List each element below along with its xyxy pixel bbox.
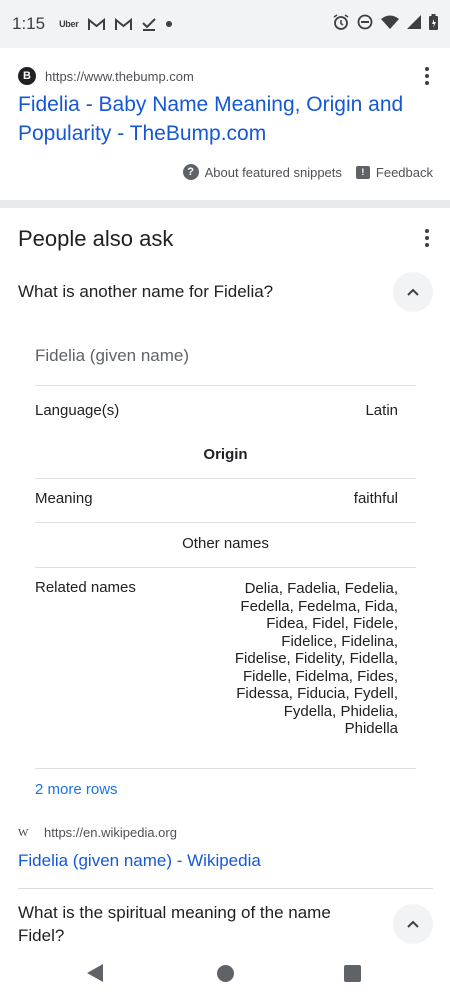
source-title-link[interactable]: Fidelia (given name) - Wikipedia bbox=[18, 851, 261, 871]
back-icon[interactable] bbox=[87, 964, 103, 982]
dot-icon bbox=[166, 21, 173, 27]
home-icon[interactable] bbox=[217, 965, 234, 982]
row-divider bbox=[35, 385, 416, 386]
people-also-ask-heading: People also ask bbox=[18, 226, 174, 251]
question-divider bbox=[18, 888, 433, 889]
row-divider bbox=[35, 567, 416, 568]
tasks-check-icon bbox=[142, 17, 157, 31]
thebump-favicon-icon: B bbox=[18, 67, 36, 85]
related-names-label: Related names bbox=[35, 579, 136, 596]
question-1[interactable]: What is another name for Fidelia? bbox=[18, 280, 358, 303]
feedback-icon[interactable]: ! bbox=[355, 165, 370, 179]
row-divider bbox=[35, 478, 416, 479]
wifi-icon bbox=[381, 15, 399, 34]
infobox-title: Fidelia (given name) bbox=[35, 346, 190, 365]
search-result-thebump: B https://www.thebump.com Fidelia - Baby… bbox=[0, 48, 450, 200]
feedback-link[interactable]: Feedback bbox=[376, 165, 433, 180]
language-label: Language(s) bbox=[35, 402, 120, 419]
meaning-value: faithful bbox=[353, 490, 398, 507]
chevron-up-icon bbox=[407, 288, 419, 296]
gmail-icon bbox=[88, 17, 106, 31]
answer-source[interactable]: W https://en.wikipedia.org bbox=[18, 825, 177, 840]
expand-button[interactable] bbox=[393, 904, 433, 944]
gmail-icon bbox=[115, 17, 133, 31]
alarm-icon bbox=[333, 13, 349, 35]
origin-header: Origin bbox=[203, 446, 248, 463]
language-value: Latin bbox=[365, 402, 398, 419]
status-bar: 1:15 Uber bbox=[0, 0, 450, 48]
paa-more-options-icon[interactable] bbox=[417, 228, 437, 248]
question-2[interactable]: What is the spiritual meaning of the nam… bbox=[18, 901, 358, 947]
help-circle-icon[interactable]: ? bbox=[182, 164, 199, 180]
meaning-label: Meaning bbox=[35, 490, 93, 507]
row-divider bbox=[35, 768, 416, 769]
status-time: 1:15 bbox=[12, 14, 46, 33]
battery-icon bbox=[429, 13, 438, 35]
signal-icon bbox=[407, 14, 421, 34]
section-divider bbox=[0, 200, 450, 208]
result-url: https://www.thebump.com bbox=[45, 68, 194, 84]
collapse-button[interactable] bbox=[393, 272, 433, 312]
recents-icon[interactable] bbox=[344, 965, 361, 982]
other-names-header: Other names bbox=[182, 535, 269, 552]
snippet-actions: ? About featured snippets ! Feedback bbox=[182, 164, 433, 180]
source-url: https://en.wikipedia.org bbox=[44, 825, 177, 840]
more-rows-link[interactable]: 2 more rows bbox=[35, 781, 118, 798]
chevron-up-icon bbox=[407, 920, 419, 928]
uber-icon: Uber bbox=[59, 19, 79, 29]
about-featured-snippets-link[interactable]: About featured snippets bbox=[205, 165, 342, 180]
result-source[interactable]: B https://www.thebump.com bbox=[18, 67, 194, 85]
result-more-options-icon[interactable] bbox=[417, 66, 437, 86]
row-divider bbox=[35, 522, 416, 523]
navigation-bar bbox=[0, 948, 450, 1000]
result-title-link[interactable]: Fidelia - Baby Name Meaning, Origin and … bbox=[18, 90, 428, 148]
related-names-value: Delia, Fadelia, Fedelia, Fedella, Fedelm… bbox=[234, 580, 398, 737]
wikipedia-favicon-icon: W bbox=[18, 826, 29, 839]
do-not-disturb-icon bbox=[357, 14, 373, 35]
